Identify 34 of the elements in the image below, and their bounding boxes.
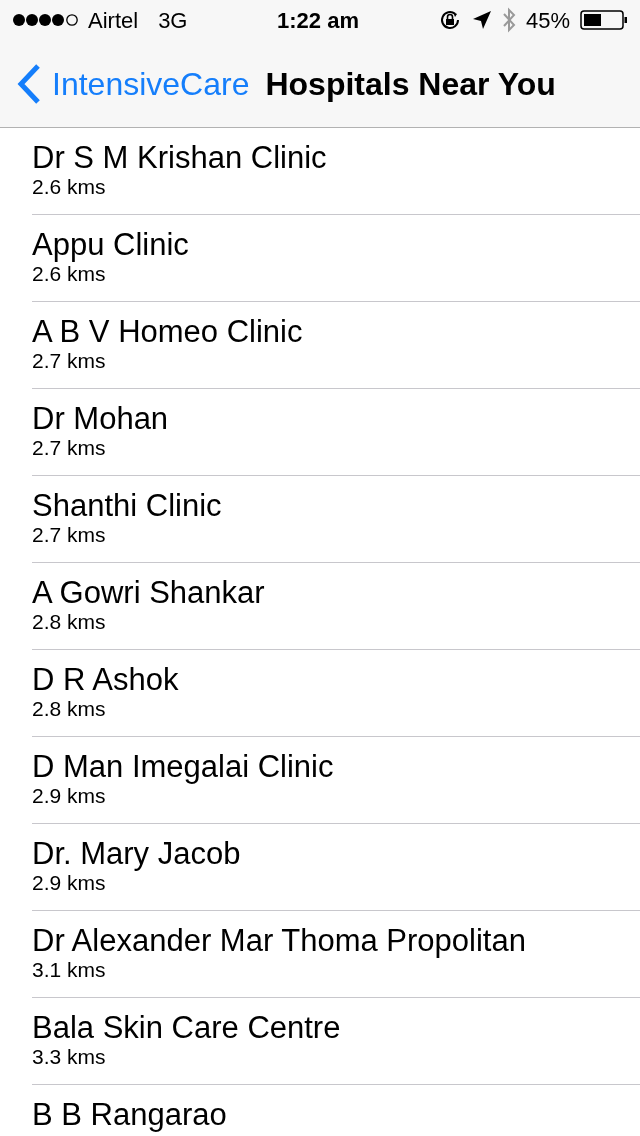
hospital-distance: 2.8 kms xyxy=(32,609,106,635)
hospital-distance: 2.8 kms xyxy=(32,696,106,722)
carrier-name: Airtel xyxy=(88,6,139,35)
hospital-name: Dr Alexander Mar Thoma Propolitan xyxy=(32,925,526,957)
hospital-distance: 2.7 kms xyxy=(32,435,106,461)
hospital-name: B B Rangarao xyxy=(32,1099,227,1131)
network-type: 3G xyxy=(158,6,188,35)
hospital-distance: 2.7 kms xyxy=(32,522,106,548)
hospital-name: D R Ashok xyxy=(32,664,179,696)
hospital-distance: 2.6 kms xyxy=(32,262,106,287)
hospital-distance: 2.9 kms xyxy=(32,783,106,809)
hospital-distance: 2.6 kms xyxy=(32,174,106,200)
hospital-name: Appu Clinic xyxy=(32,229,189,261)
back-button[interactable]: IntensiveCare xyxy=(16,59,250,108)
hospital-name: A B V Homeo Clinic xyxy=(32,316,303,348)
hospital-name: D Man Imegalai Clinic xyxy=(32,751,334,783)
hospital-name: Bala Skin Care Centre xyxy=(32,1012,341,1044)
hospital-distance: 3.1 kms xyxy=(32,957,106,983)
status-time: 1:22 am xyxy=(277,6,359,35)
hospital-distance: 2.9 kms xyxy=(32,871,106,896)
hospital-name: A Gowri Shankar xyxy=(32,577,265,609)
hospital-name: Dr. Mary Jacob xyxy=(32,838,241,870)
battery-percentage: 45% xyxy=(525,6,570,35)
hospital-name: Dr S M Krishan Clinic xyxy=(32,142,327,174)
hospital-distance: 2.7 kms xyxy=(32,348,106,374)
location-arrow-icon xyxy=(471,10,492,30)
battery-icon xyxy=(580,10,628,30)
signal-icon xyxy=(12,13,80,27)
bluetooth-icon xyxy=(501,7,516,33)
nav-title: Hospitals Near You xyxy=(265,64,556,104)
hospital-name: Dr Mohan xyxy=(32,403,169,435)
hospital-name: Shanthi Clinic xyxy=(32,490,222,522)
chevron-left-icon xyxy=(16,62,42,105)
hospital-distance: 3.3 kms xyxy=(32,1044,106,1070)
